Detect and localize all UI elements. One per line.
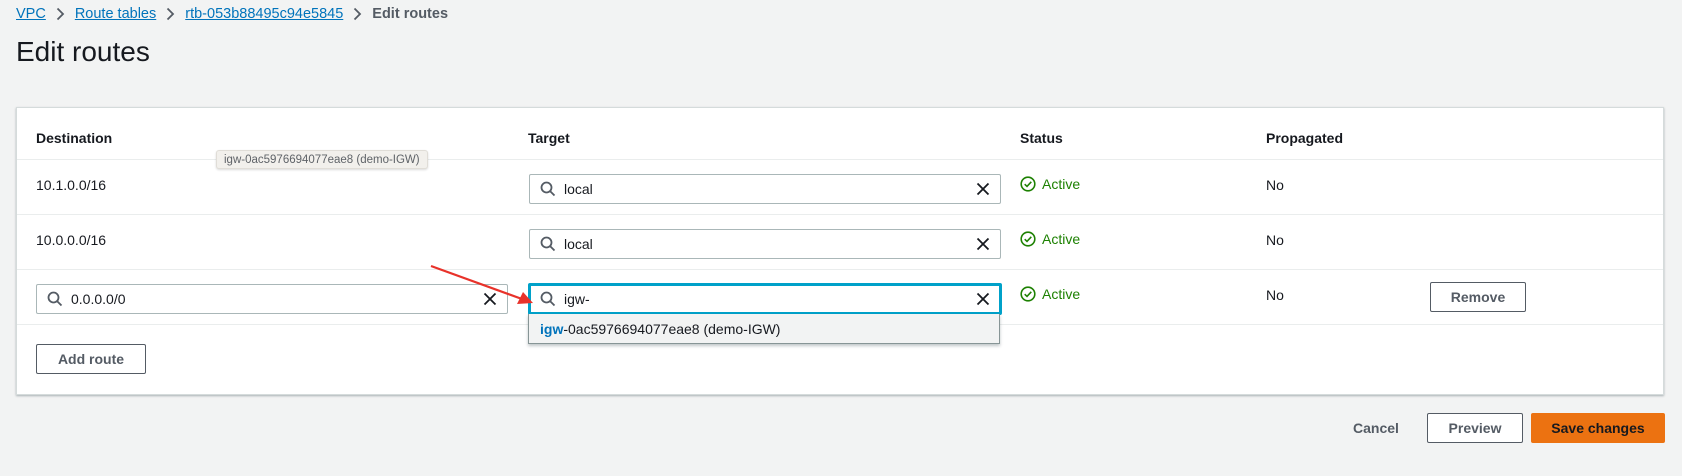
chevron-right-icon [353,7,362,21]
breadcrumb-current: Edit routes [372,6,449,22]
save-changes-button[interactable]: Save changes [1531,413,1665,443]
status-text: Active [1042,231,1081,247]
option-rest-text: -0ac5976694077eae8 (demo-IGW) [563,320,781,337]
close-icon[interactable] [976,292,990,306]
search-icon [540,291,556,307]
destination-input[interactable]: 0.0.0.0/0 [36,284,508,314]
destination-value: 10.1.0.0/16 [36,177,107,193]
column-header-destination: Destination [36,130,113,146]
search-icon [47,291,63,307]
close-icon[interactable] [483,292,497,306]
column-header-propagated: Propagated [1266,130,1344,146]
target-value: igw- [564,291,590,307]
preview-button[interactable]: Preview [1427,413,1523,443]
remove-route-button[interactable]: Remove [1430,282,1526,312]
cancel-button[interactable]: Cancel [1345,413,1407,443]
close-icon[interactable] [976,182,990,196]
column-header-status: Status [1020,130,1063,146]
target-input[interactable]: local [529,229,1001,259]
status-badge: Active [1020,231,1080,247]
destination-value: 0.0.0.0/0 [71,291,126,307]
status-badge: Active [1020,286,1080,302]
option-match-text: igw [540,320,564,337]
propagated-value: No [1266,287,1284,303]
close-icon[interactable] [976,237,990,251]
add-route-button[interactable]: Add route [36,344,146,374]
status-text: Active [1042,286,1081,302]
propagated-value: No [1266,177,1284,193]
tooltip: igw-0ac5976694077eae8 (demo-IGW) [216,150,428,169]
column-header-target: Target [528,130,570,146]
search-icon [540,181,556,197]
target-autocomplete-option[interactable]: igw -0ac5976694077eae8 (demo-IGW) [528,314,1000,344]
breadcrumb-vpc-link[interactable]: VPC [16,6,46,22]
breadcrumb-route-table-id-link[interactable]: rtb-053b88495c94e5845 [185,6,343,22]
search-icon [540,236,556,252]
page-title: Edit routes [16,36,150,67]
target-value: local [564,236,593,252]
row-divider [17,269,1663,270]
target-value: local [564,181,593,197]
status-badge: Active [1020,176,1080,192]
breadcrumb: VPC Route tables rtb-053b88495c94e5845 E… [16,4,448,24]
check-circle-icon [1020,231,1036,247]
chevron-right-icon [166,7,175,21]
propagated-value: No [1266,232,1284,248]
destination-value: 10.0.0.0/16 [36,232,107,248]
check-circle-icon [1020,286,1036,302]
status-text: Active [1042,176,1081,192]
target-input[interactable]: igw- [528,283,1002,315]
breadcrumb-route-tables-link[interactable]: Route tables [75,6,156,22]
check-circle-icon [1020,176,1036,192]
row-divider [17,214,1663,215]
target-input[interactable]: local [529,174,1001,204]
chevron-right-icon [56,7,65,21]
